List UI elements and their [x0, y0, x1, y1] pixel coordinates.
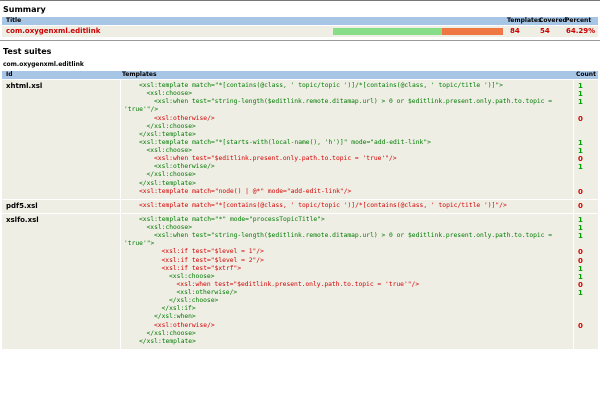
- top-border: [0, 0, 600, 1]
- header-templates: Templates: [122, 71, 157, 78]
- template-line: </xsl:choose>: [169, 297, 219, 305]
- template-line: <xsl:when test="$editlink.present.only.p…: [176, 280, 420, 288]
- template-line: <xsl:choose>: [169, 272, 215, 280]
- column-separator: [573, 80, 574, 199]
- hit-count: 0: [578, 155, 583, 164]
- template-line: </xsl:if>: [161, 305, 196, 313]
- template-line: <xsl:if test="$xtrf">: [161, 264, 242, 272]
- package-name: com.oxygenxml.editlink: [3, 61, 84, 68]
- hit-count: 1: [578, 138, 583, 147]
- template-line: </xsl:template>: [139, 337, 196, 345]
- template-line: 'true'">: [124, 240, 155, 248]
- header-covered: Covered: [539, 17, 567, 24]
- hit-count: 1: [578, 272, 583, 281]
- hit-count: 0: [578, 248, 583, 257]
- template-line: <xsl:when test="string-length($editlink.…: [154, 232, 553, 240]
- template-line: <xsl:when test="$editlink.present.only.p…: [154, 155, 397, 163]
- hit-count: 1: [578, 163, 583, 172]
- column-separator: [573, 213, 574, 350]
- coverage-bar-covered: [333, 28, 442, 35]
- template-line: <xsl:otherwise/>: [154, 163, 215, 171]
- template-line: <xsl:when test="string-length($editlink.…: [154, 98, 553, 106]
- hit-count: 1: [578, 82, 583, 90]
- hit-count: 1: [578, 90, 583, 99]
- hit-count: 1: [578, 98, 583, 107]
- summary-header-row: Title Templates Covered Percent: [2, 17, 598, 25]
- suite-id: pdf5.xsl: [6, 201, 38, 210]
- summary-project-link[interactable]: com.oxygenxml.editlink: [6, 27, 100, 35]
- hit-count: 1: [578, 264, 583, 273]
- template-line: <xsl:template match="*[starts-with(local…: [139, 138, 431, 146]
- hit-count: 0: [578, 114, 583, 123]
- column-separator: [120, 80, 121, 199]
- hit-count: 0: [578, 201, 583, 210]
- template-line: </xsl:template>: [139, 179, 196, 187]
- hit-count: 1: [578, 232, 583, 241]
- suite-id: xhtml.xsl: [6, 82, 43, 90]
- test-suites-title: Test suites: [3, 47, 52, 56]
- summary-covered-count: 54: [540, 27, 550, 35]
- hit-count: 0: [578, 256, 583, 265]
- template-line: </xsl:when>: [154, 313, 196, 321]
- template-line: <xsl:otherwise/>: [154, 114, 215, 122]
- template-line: <xsl:template match="node() | @*" mode="…: [139, 187, 352, 195]
- header-count: Count: [576, 71, 596, 78]
- hit-count: 1: [578, 215, 583, 224]
- template-line: <xsl:if test="$level = 2"/>: [161, 256, 264, 264]
- column-separator: [573, 199, 574, 213]
- suite-id: xslfo.xsl: [6, 215, 39, 224]
- template-line: </xsl:choose>: [146, 122, 196, 130]
- template-line: <xsl:otherwise/>: [154, 321, 215, 329]
- hit-count: 0: [578, 187, 583, 196]
- template-line: </xsl:choose>: [146, 171, 196, 179]
- coverage-bar-uncovered: [442, 28, 503, 35]
- template-line: <xsl:template match="*" mode="processTop…: [139, 215, 325, 223]
- hit-count: 1: [578, 147, 583, 156]
- test-suites-header-row: Id Templates Count: [2, 71, 598, 79]
- hit-count: 0: [578, 321, 583, 330]
- template-line: <xsl:choose>: [146, 147, 193, 155]
- template-line: <xsl:template match="*[contains(@class, …: [139, 201, 507, 209]
- hit-count: 1: [578, 224, 583, 233]
- header-percent: Percent: [565, 17, 592, 24]
- template-line: <xsl:otherwise/>: [176, 289, 238, 297]
- summary-percent: 64.29%: [566, 27, 596, 35]
- suite-row: xhtml.xsl <xsl:template match="*[contains…: [2, 80, 598, 199]
- template-line: <xsl:choose>: [146, 224, 193, 232]
- suite-row: pdf5.xsl <xsl:template match="*[contains(…: [2, 199, 598, 213]
- hit-count: 0: [578, 280, 583, 289]
- template-line: <xsl:template match="*[contains(@class, …: [139, 82, 503, 89]
- summary-templates-count: 84: [510, 27, 520, 35]
- template-line: <xsl:if test="$level = 1"/>: [161, 248, 264, 256]
- hit-count: 1: [578, 289, 583, 298]
- suite-row: xslfo.xsl <xsl:template match="*" mode="p…: [2, 213, 598, 350]
- summary-row: com.oxygenxml.editlink 84 54 64.29%: [2, 26, 598, 37]
- column-separator: [120, 199, 121, 213]
- template-line: </xsl:choose>: [146, 329, 196, 337]
- column-separator: [120, 213, 121, 350]
- header-templates: Templates: [507, 17, 542, 24]
- header-title: Title: [6, 17, 22, 24]
- header-id: Id: [6, 71, 13, 78]
- section-divider: [0, 40, 600, 41]
- summary-title: Summary: [3, 5, 46, 14]
- template-line: </xsl:template>: [139, 130, 196, 138]
- template-line: <xsl:choose>: [146, 90, 193, 98]
- template-line: 'true'"/>: [124, 106, 159, 114]
